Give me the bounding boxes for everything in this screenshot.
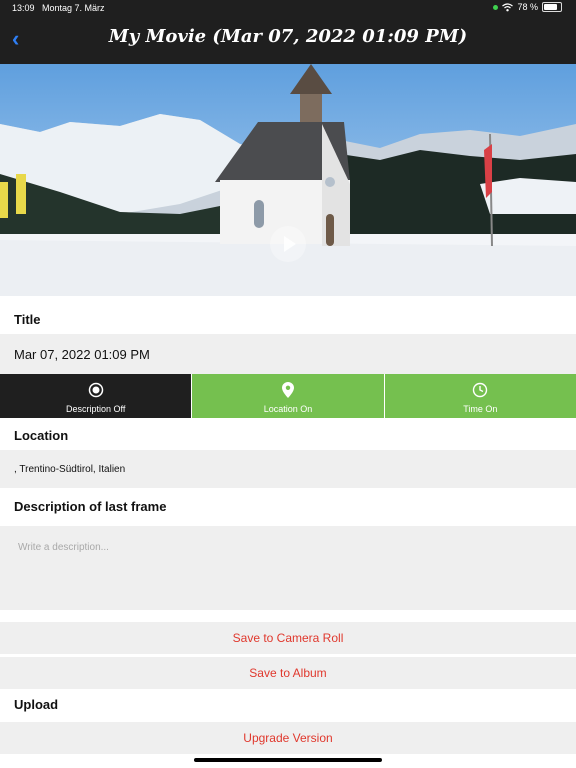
wifi-icon [502, 2, 514, 11]
location-section: Location [0, 418, 576, 450]
save-to-album-button[interactable]: Save to Album [0, 657, 576, 689]
title-value: Mar 07, 2022 01:09 PM [14, 347, 150, 362]
navigation-bar: ‹ My Movie (Mar 07, 2022 01:09 PM) [0, 16, 576, 64]
status-time: 13:09 [12, 3, 35, 13]
status-bar: 13:09 Montag 7. März 78 % [0, 0, 576, 16]
upgrade-version-button[interactable]: Upgrade Version [0, 722, 576, 754]
record-icon [88, 382, 103, 398]
tab-description[interactable]: Description Off [0, 374, 192, 418]
title-label: Title [14, 312, 41, 327]
play-icon[interactable] [270, 226, 306, 262]
upload-label: Upload [14, 697, 59, 712]
back-chevron-icon[interactable]: ‹ [12, 26, 19, 52]
upload-section: Upload [0, 690, 576, 722]
title-section: Title [0, 296, 576, 334]
camera-indicator-icon [493, 4, 499, 10]
battery-icon [542, 2, 562, 12]
tab-time[interactable]: Time On [383, 374, 576, 418]
status-right: 78 % [493, 2, 562, 12]
option-tabs: Description Off Location On Time On [0, 374, 576, 418]
description-label: Description of last frame [14, 499, 167, 514]
battery-percent: 78 % [517, 2, 538, 12]
clock-icon [473, 382, 488, 398]
tab-location-label: Location On [263, 404, 313, 414]
video-preview[interactable] [0, 64, 576, 296]
status-date: Montag 7. März [42, 3, 105, 13]
location-field[interactable]: , Trentino-Südtirol, Italien [0, 450, 576, 488]
description-placeholder: Write a description... [18, 542, 109, 553]
description-field[interactable]: Write a description... [0, 526, 576, 610]
tab-time-label: Time On [463, 404, 498, 414]
location-value: , Trentino-Südtirol, Italien [14, 464, 126, 475]
location-pin-icon [281, 382, 294, 398]
page-title: My Movie (Mar 07, 2022 01:09 PM) [108, 26, 468, 47]
location-label: Location [14, 428, 69, 443]
tab-description-label: Description Off [65, 404, 126, 414]
title-field[interactable]: Mar 07, 2022 01:09 PM [0, 334, 576, 374]
tab-location[interactable]: Location On [191, 374, 384, 418]
description-section: Description of last frame [0, 488, 576, 526]
home-indicator [194, 758, 382, 762]
save-to-camera-roll-button[interactable]: Save to Camera Roll [0, 622, 576, 654]
